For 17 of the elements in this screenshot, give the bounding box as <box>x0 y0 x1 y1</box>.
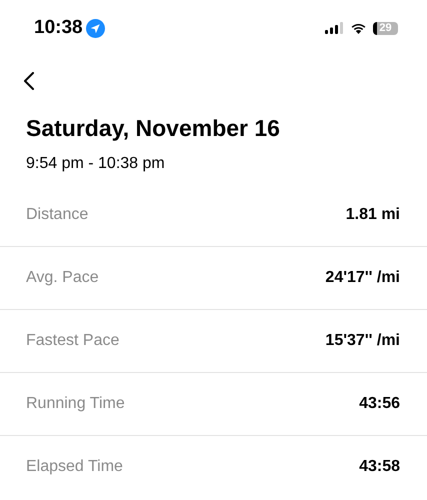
wifi-icon <box>350 22 367 34</box>
stat-value: 24'17'' /mi <box>325 269 400 287</box>
stat-value: 43:58 <box>359 458 400 476</box>
stat-label: Avg. Pace <box>26 269 99 287</box>
status-time: 10:38 <box>34 17 83 39</box>
workout-date: Saturday, November 16 <box>26 114 281 142</box>
stat-label: Running Time <box>26 395 125 413</box>
battery-icon: 29 <box>373 22 398 34</box>
stat-value: 43:56 <box>359 395 400 413</box>
stat-value: 15'37'' /mi <box>325 332 400 350</box>
time-range: 9:54 pm - 10:38 pm <box>26 154 166 174</box>
stat-label: Fastest Pace <box>26 332 120 350</box>
signal-icon <box>325 22 344 34</box>
stat-label: Elapsed Time <box>26 458 123 476</box>
stat-label: Distance <box>26 206 88 224</box>
stat-value: 1.81 mi <box>346 206 400 224</box>
back-icon <box>23 72 35 90</box>
